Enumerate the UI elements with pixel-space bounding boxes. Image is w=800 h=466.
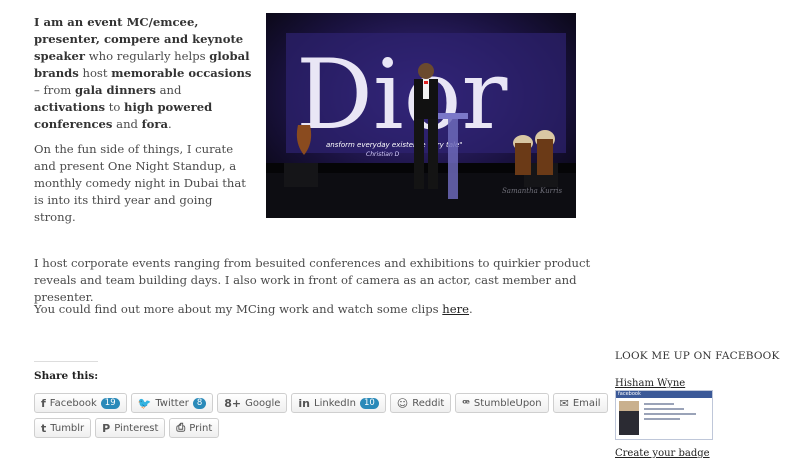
share-button-label: Reddit xyxy=(412,397,445,409)
facebook-badge-header: facebook xyxy=(616,391,712,398)
share-pinterest-button[interactable]: P Pinterest xyxy=(95,418,166,438)
linkedin-icon: in xyxy=(298,396,311,410)
facebook-widget: LOOK ME UP ON FACEBOOK Hisham Wyne faceb… xyxy=(615,350,785,459)
email-icon: ✉ xyxy=(559,396,569,410)
share-count-badge: 10 xyxy=(359,397,379,409)
share-facebook-button[interactable]: f Facebook 19 xyxy=(34,393,127,413)
facebook-badge[interactable]: facebook xyxy=(615,390,713,440)
share-button-label: Facebook xyxy=(49,397,97,409)
facebook-icon: f xyxy=(41,396,46,410)
share-print-button[interactable]: ⎙ Print xyxy=(169,418,220,438)
share-email-button[interactable]: ✉ Email xyxy=(552,393,608,413)
clips-link[interactable]: here xyxy=(442,302,469,316)
twitter-icon: 🐦 xyxy=(137,396,152,410)
body-paragraph-1: I host corporate events ranging from bes… xyxy=(34,256,591,304)
google-icon: 8+ xyxy=(224,396,242,410)
event-photo: Dior ansform everyday existence ... ry t… xyxy=(266,13,576,218)
intro-paragraph-2: On the fun side of things, I curate and … xyxy=(34,142,246,224)
print-icon: ⎙ xyxy=(176,421,186,434)
stage-brand-text: Dior xyxy=(296,39,507,151)
facebook-widget-title: LOOK ME UP ON FACEBOOK xyxy=(615,350,780,362)
share-button-label: Email xyxy=(572,397,601,409)
share-twitter-button[interactable]: 🐦 Twitter 8 xyxy=(130,393,214,413)
share-button-label: Tumblr xyxy=(50,422,85,434)
tumblr-icon: t xyxy=(41,421,47,435)
share-button-label: Pinterest xyxy=(114,422,159,434)
share-count-badge: 8 xyxy=(192,397,207,409)
share-button-label: LinkedIn xyxy=(314,397,356,409)
share-linkedin-button[interactable]: in LinkedIn 10 xyxy=(291,393,386,413)
facebook-profile-link[interactable]: Hisham Wyne xyxy=(615,378,785,389)
intro-text: I am an event MC/emcee, presenter, compe… xyxy=(34,14,254,234)
share-button-label: Google xyxy=(245,397,281,409)
share-button-label: StumbleUpon xyxy=(473,397,542,409)
intro-paragraph-1: I am an event MC/emcee, presenter, compe… xyxy=(34,15,252,131)
body-paragraph-2: You could find out more about my MCing w… xyxy=(34,302,473,316)
share-tumblr-button[interactable]: t Tumblr xyxy=(34,418,92,438)
share-reddit-button[interactable]: ☺ Reddit xyxy=(389,393,452,413)
stage-image: Dior ansform everyday existence ... ry t… xyxy=(266,13,576,218)
pinterest-icon: P xyxy=(102,421,111,435)
screen-caption: ansform everyday existence ... ry tale" xyxy=(326,141,462,149)
share-google-button[interactable]: 8+ Google xyxy=(217,393,288,413)
avatar xyxy=(619,401,639,435)
stumbleupon-icon: ꟹ xyxy=(462,396,470,410)
screen-sub: Christian D xyxy=(366,151,400,158)
reddit-icon: ☺ xyxy=(396,396,409,410)
share-row-2: t Tumblr P Pinterest ⎙ Print xyxy=(34,418,220,438)
photo-watermark: Samantha Kurris xyxy=(502,187,563,195)
share-row-1: f Facebook 19 🐦 Twitter 8 8+ Google in LinkedIn 10… xyxy=(34,393,608,413)
facebook-badge-details xyxy=(644,403,704,423)
share-button-label: Twitter xyxy=(155,397,189,409)
share-stumbleupon-button[interactable]: ꟹ StumbleUpon xyxy=(455,393,549,413)
share-button-label: Print xyxy=(189,422,213,434)
create-badge-link[interactable]: Create your badge xyxy=(615,448,785,459)
share-count-badge: 19 xyxy=(100,397,120,409)
share-title: Share this: xyxy=(34,361,99,382)
